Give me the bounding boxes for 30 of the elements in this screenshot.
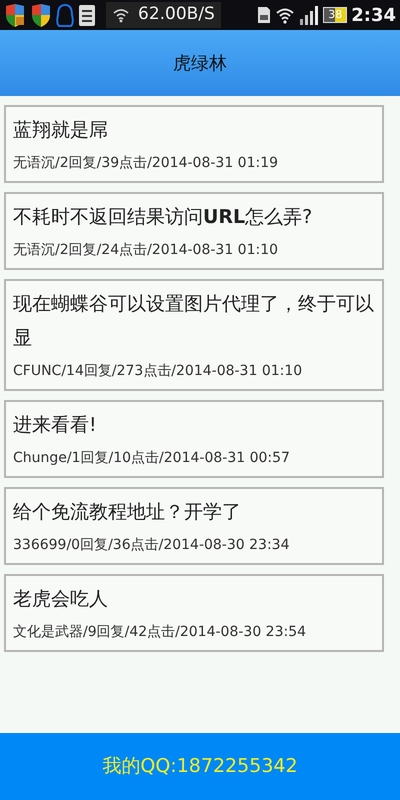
- clock: 2:34: [351, 4, 396, 28]
- topic-meta: CFUNC/14回复/273点击/2014-08-31 01:10: [13, 362, 304, 381]
- topic-card[interactable]: 老虎会吃人 文化是武器/9回复/42点击/2014-08-30 23:54: [4, 574, 384, 652]
- topic-title: 不耗时不返回结果访问URL怎么弄?: [13, 205, 314, 230]
- topic-title: 老虎会吃人: [13, 587, 109, 612]
- clipboard-icon: [78, 3, 96, 27]
- topic-title: 蓝翔就是屌: [13, 118, 109, 143]
- topic-title: 现在蝴蝶谷可以设置图片代理了，终于可以显: [13, 292, 374, 351]
- topic-meta: 文化是武器/9回复/42点击/2014-08-30 23:54: [13, 623, 308, 642]
- wifi-icon: [275, 6, 296, 24]
- penguin-icon: [56, 2, 74, 28]
- topic-meta: 336699/0回复/36点击/2014-08-30 23:34: [13, 536, 290, 555]
- topic-meta: 无语沉/2回复/24点击/2014-08-31 01:10: [13, 241, 280, 260]
- network-speed: 62.00B/S: [138, 3, 215, 26]
- topic-title: 进来看看!: [13, 413, 98, 438]
- signal-icon: [299, 5, 320, 25]
- topic-card[interactable]: 蓝翔就是屌 无语沉/2回复/39点击/2014-08-31 01:19: [4, 105, 384, 183]
- topic-card[interactable]: 给个免流教程地址？开学了 336699/0回复/36点击/2014-08-30 23:34: [4, 487, 384, 565]
- topic-meta: Chunge/1回复/10点击/2014-08-31 00:57: [13, 449, 291, 468]
- shield-icon: [30, 2, 52, 28]
- page-title: 虎绿林: [173, 52, 227, 76]
- topic-title: 给个免流教程地址？开学了: [13, 500, 242, 525]
- sd-card-icon: [257, 6, 272, 24]
- footer-text: 我的QQ:1872255342: [102, 754, 298, 780]
- shield-lock-icon: [4, 2, 26, 28]
- topic-card[interactable]: 进来看看! Chunge/1回复/10点击/2014-08-31 00:57: [4, 400, 384, 478]
- wifi-icon: [112, 7, 130, 23]
- topic-card[interactable]: 不耗时不返回结果访问URL怎么弄? 无语沉/2回复/24点击/2014-08-31 01:10: [4, 192, 384, 270]
- topic-card[interactable]: 现在蝴蝶谷可以设置图片代理了，终于可以显 CFUNC/14回复/273点击/2014-08-31 01:10: [4, 279, 384, 391]
- topic-meta: 无语沉/2回复/39点击/2014-08-31 01:19: [13, 154, 280, 173]
